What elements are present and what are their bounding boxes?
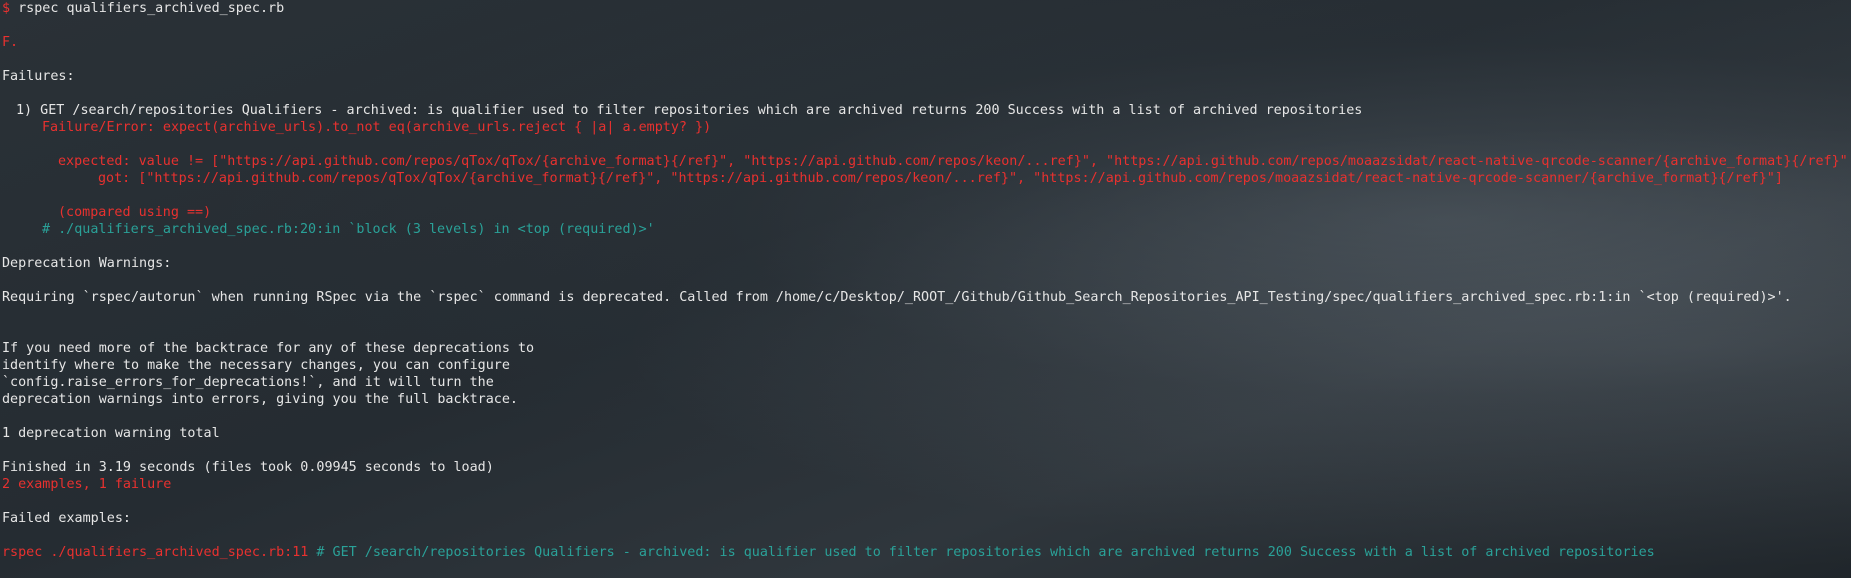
command-line: $ rspec qualifiers_archived_spec.rb (2, 0, 1847, 17)
finished-time: Finished in 3.19 seconds (files took 0.0… (2, 460, 494, 475)
failures-header: Failures: (2, 69, 75, 84)
failed-example-line: rspec ./qualifiers_archived_spec.rb:11 #… (2, 544, 1847, 561)
failure-location: # ./qualifiers_archived_spec.rb:20:in `b… (42, 222, 655, 237)
failed-example-command: rspec ./qualifiers_archived_spec.rb:11 (2, 545, 309, 560)
backtrace-help-line: identify where to make the necessary cha… (2, 358, 510, 373)
backtrace-help-line: If you need more of the backtrace for an… (2, 341, 535, 356)
failure-title: 1) GET /search/repositories Qualifiers -… (16, 103, 1363, 118)
deprecation-header: Deprecation Warnings: (2, 256, 172, 271)
failure-expected: expected: value != ["https://api.github.… (58, 154, 1847, 169)
failure-got: got: ["https://api.github.com/repos/qTox… (98, 171, 1783, 186)
failure-compared: (compared using ==) (58, 205, 212, 220)
shell-prompt: $ (2, 1, 11, 16)
failed-examples-header: Failed examples: (2, 511, 131, 526)
progress-indicator: F. (2, 35, 19, 50)
backtrace-help-line: deprecation warnings into errors, giving… (2, 392, 518, 407)
examples-summary: 2 examples, 1 failure (2, 477, 172, 492)
terminal-output[interactable]: $ rspec qualifiers_archived_spec.rb F. F… (2, 0, 1847, 561)
failure-error: Failure/Error: expect(archive_urls).to_n… (42, 120, 712, 135)
deprecation-message: Requiring `rspec/autorun` when running R… (2, 290, 1792, 305)
deprecation-total: 1 deprecation warning total (2, 426, 220, 441)
command-text: rspec qualifiers_archived_spec.rb (10, 1, 285, 16)
backtrace-help-line: `config.raise_errors_for_deprecations!`,… (2, 375, 494, 390)
failed-example-description: # GET /search/repositories Qualifiers - … (308, 545, 1655, 560)
